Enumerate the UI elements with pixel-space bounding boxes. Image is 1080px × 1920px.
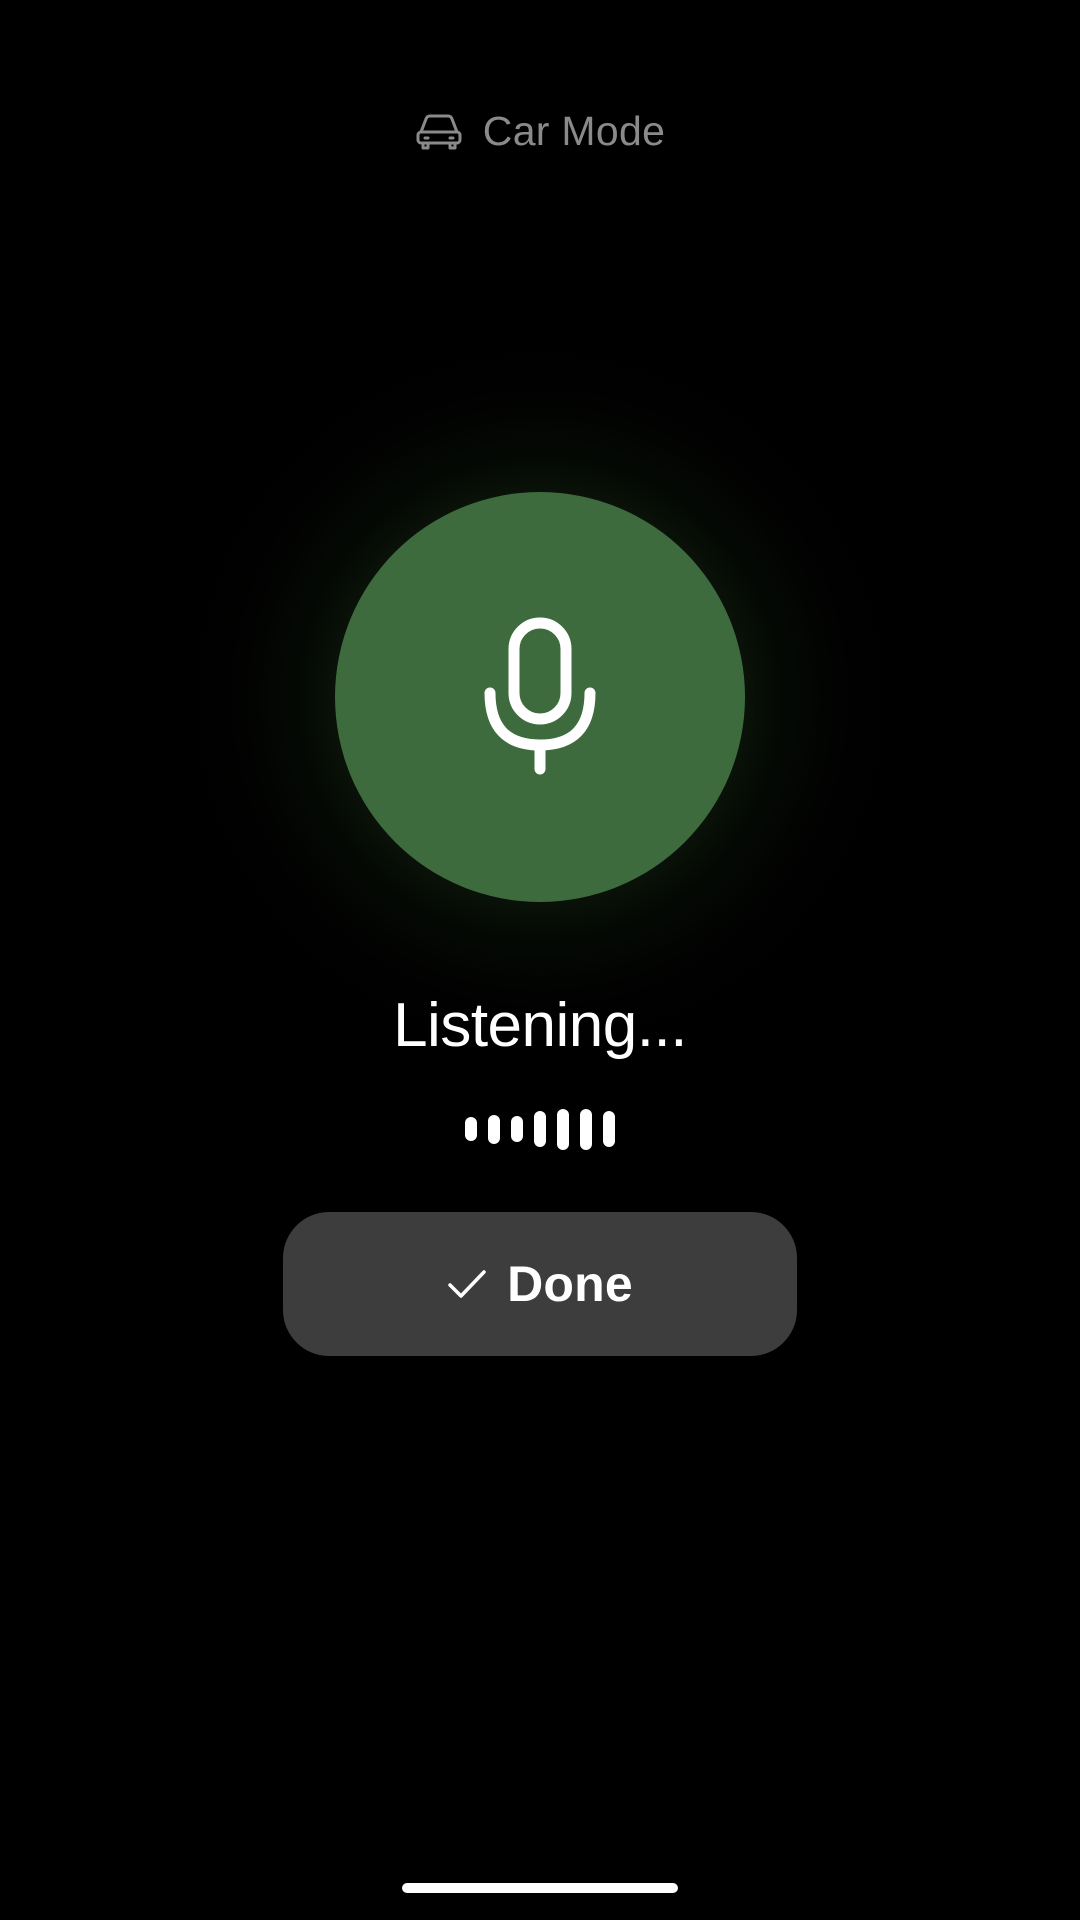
home-indicator-bar[interactable] [402,1883,678,1893]
car-icon [416,114,462,149]
waveform-bar [488,1114,500,1144]
listening-status: Listening... [393,991,687,1060]
microphone-icon [484,617,596,775]
microphone-button[interactable] [335,492,745,902]
done-button-label: Done [507,1256,633,1312]
done-button[interactable]: Done [283,1212,797,1356]
check-icon [448,1270,486,1298]
waveform-bar [557,1108,569,1150]
waveform-bar [603,1111,615,1147]
page-title: Car Mode [482,108,666,154]
audio-waveform [0,1105,1080,1153]
header: Car Mode [0,108,1080,155]
waveform-bar [534,1111,546,1147]
waveform-bar [580,1108,592,1150]
waveform-bar [511,1116,523,1142]
waveform-bar [465,1117,477,1141]
